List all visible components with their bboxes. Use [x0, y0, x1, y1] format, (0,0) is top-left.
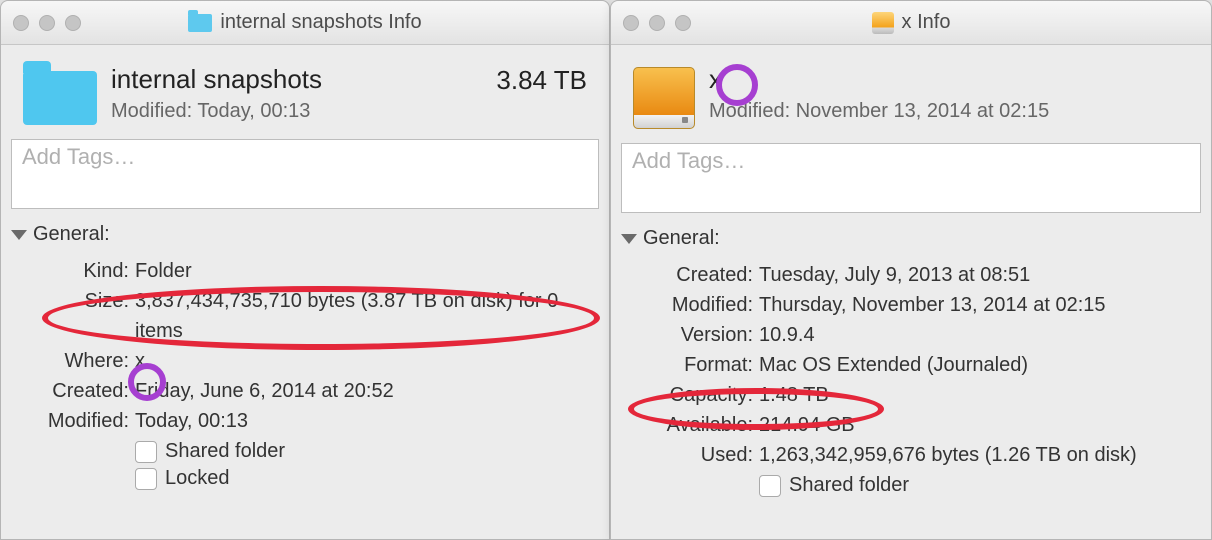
value-size: 3,837,434,735,710 bytes (3.87 TB on disk…: [135, 286, 597, 346]
row-modified: Modified: Today, 00:13: [19, 406, 597, 436]
section-label: General:: [643, 227, 720, 250]
label-modified: Modified:: [629, 290, 759, 320]
value-capacity: 1.48 TB: [759, 380, 1199, 410]
label-where: Where:: [19, 346, 135, 376]
label-available: Available:: [629, 410, 759, 440]
label-format: Format:: [629, 350, 759, 380]
row-kind: Kind: Folder: [19, 256, 597, 286]
label-created: Created:: [629, 260, 759, 290]
titlebar[interactable]: x Info: [611, 1, 1211, 45]
item-modified: Modified: November 13, 2014 at 02:15: [709, 100, 1189, 123]
value-created: Tuesday, July 9, 2013 at 08:51: [759, 260, 1199, 290]
title-text: x Info: [902, 11, 951, 34]
traffic-lights: [623, 15, 691, 31]
close-icon[interactable]: [623, 15, 639, 31]
row-created: Created: Tuesday, July 9, 2013 at 08:51: [629, 260, 1199, 290]
row-modified: Modified: Thursday, November 13, 2014 at…: [629, 290, 1199, 320]
zoom-icon[interactable]: [675, 15, 691, 31]
section-label: General:: [33, 223, 110, 246]
row-format: Format: Mac OS Extended (Journaled): [629, 350, 1199, 380]
row-used: Used: 1,263,342,959,676 bytes (1.26 TB o…: [629, 440, 1199, 470]
label-kind: Kind:: [19, 256, 135, 286]
info-window-folder: internal snapshots Info internal snapsho…: [0, 0, 610, 540]
item-modified: Modified: Today, 00:13: [111, 100, 496, 123]
label-used: Used:: [629, 440, 759, 470]
row-created: Created: Friday, June 6, 2014 at 20:52: [19, 376, 597, 406]
value-created: Friday, June 6, 2014 at 20:52: [135, 376, 597, 406]
folder-large-icon: [23, 71, 97, 125]
disclosure-triangle-icon[interactable]: [11, 230, 27, 240]
disk-large-icon: [633, 67, 695, 129]
close-icon[interactable]: [13, 15, 29, 31]
row-size: Size: 3,837,434,735,710 bytes (3.87 TB o…: [19, 286, 597, 346]
info-window-disk: x Info x Modified: November 13, 2014 at …: [610, 0, 1212, 540]
minimize-icon[interactable]: [649, 15, 665, 31]
value-available: 214.94 GB: [759, 410, 1199, 440]
item-name: internal snapshots: [111, 65, 496, 94]
label-modified: Modified:: [19, 406, 135, 436]
title-text: internal snapshots Info: [220, 11, 421, 34]
tags-input[interactable]: Add Tags…: [11, 139, 599, 209]
row-where: Where: x: [19, 346, 597, 376]
section-general[interactable]: General:: [611, 225, 1211, 256]
item-size-summary: 3.84 TB: [496, 65, 587, 96]
row-available: Available: 214.94 GB: [629, 410, 1199, 440]
row-capacity: Capacity: 1.48 TB: [629, 380, 1199, 410]
locked-checkbox[interactable]: [135, 468, 157, 490]
locked-label: Locked: [165, 467, 230, 490]
label-capacity: Capacity:: [629, 380, 759, 410]
disk-icon: [872, 12, 894, 34]
row-shared-folder: Shared folder: [759, 474, 1199, 497]
window-title: x Info: [611, 11, 1211, 34]
row-locked: Locked: [135, 467, 597, 490]
section-general[interactable]: General:: [1, 221, 609, 252]
window-title: internal snapshots Info: [1, 11, 609, 34]
value-modified: Thursday, November 13, 2014 at 02:15: [759, 290, 1199, 320]
item-header: internal snapshots Modified: Today, 00:1…: [1, 45, 609, 139]
folder-icon: [188, 14, 212, 32]
item-name: x: [709, 65, 1189, 94]
minimize-icon[interactable]: [39, 15, 55, 31]
shared-folder-label: Shared folder: [789, 474, 909, 497]
label-version: Version:: [629, 320, 759, 350]
general-content: Kind: Folder Size: 3,837,434,735,710 byt…: [1, 252, 609, 498]
value-where: x: [135, 346, 597, 376]
shared-folder-checkbox[interactable]: [135, 441, 157, 463]
label-size: Size:: [19, 286, 135, 316]
value-used: 1,263,342,959,676 bytes (1.26 TB on disk…: [759, 440, 1199, 470]
value-modified: Today, 00:13: [135, 406, 597, 436]
titlebar[interactable]: internal snapshots Info: [1, 1, 609, 45]
row-shared-folder: Shared folder: [135, 440, 597, 463]
item-header: x Modified: November 13, 2014 at 02:15: [611, 45, 1211, 143]
traffic-lights: [13, 15, 81, 31]
tags-input[interactable]: Add Tags…: [621, 143, 1201, 213]
general-content: Created: Tuesday, July 9, 2013 at 08:51 …: [611, 256, 1211, 505]
shared-folder-checkbox[interactable]: [759, 475, 781, 497]
row-version: Version: 10.9.4: [629, 320, 1199, 350]
value-version: 10.9.4: [759, 320, 1199, 350]
disclosure-triangle-icon[interactable]: [621, 234, 637, 244]
value-format: Mac OS Extended (Journaled): [759, 350, 1199, 380]
label-created: Created:: [19, 376, 135, 406]
zoom-icon[interactable]: [65, 15, 81, 31]
shared-folder-label: Shared folder: [165, 440, 285, 463]
value-kind: Folder: [135, 256, 597, 286]
